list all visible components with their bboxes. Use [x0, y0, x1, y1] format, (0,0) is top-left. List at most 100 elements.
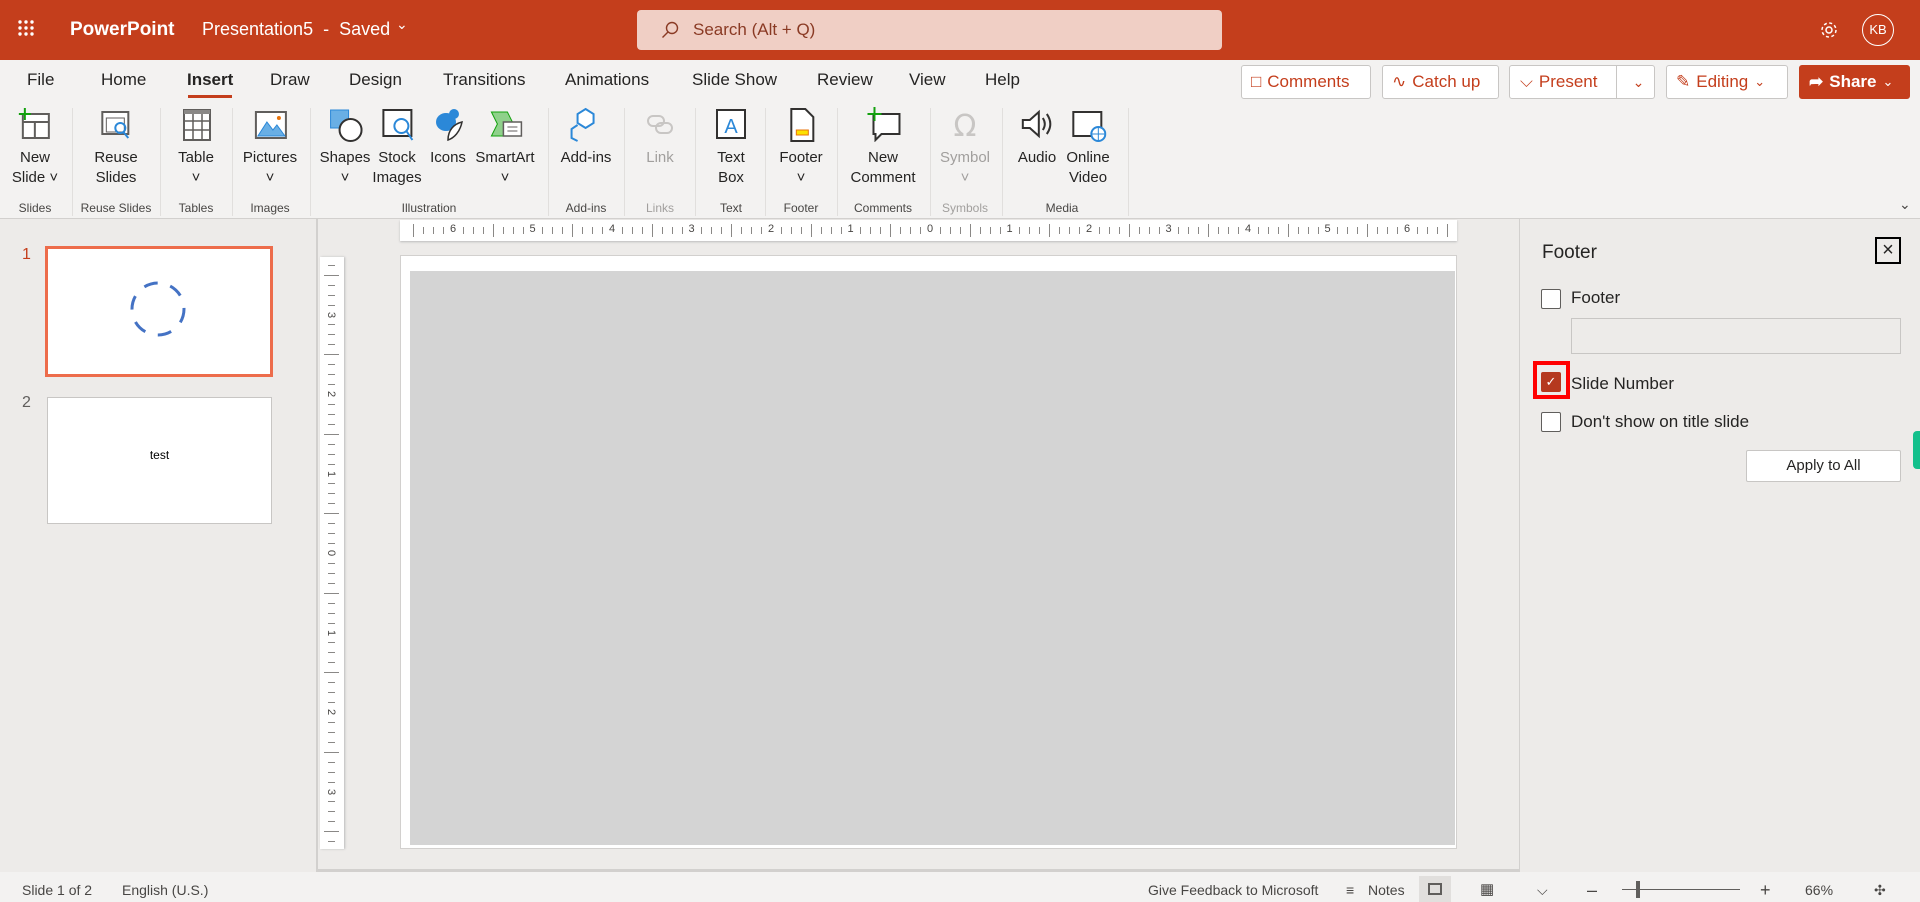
footer-checkbox[interactable]: [1541, 289, 1561, 309]
slide-number: 1: [22, 246, 31, 263]
button-label: Slides: [95, 169, 137, 186]
normal-view-button[interactable]: [1419, 876, 1451, 902]
editing-label: Editing: [1696, 72, 1749, 91]
ruler-tick: [1039, 227, 1041, 234]
ruler-number: 1: [847, 223, 854, 235]
ruler-tick: [711, 227, 713, 234]
slide-thumbnail-1[interactable]: [45, 246, 273, 377]
ruler-number: 3: [325, 311, 338, 318]
slide-number-checkbox[interactable]: ✓: [1541, 372, 1561, 392]
slide-sorter-icon[interactable]: ▦: [1480, 878, 1494, 902]
comments-button[interactable]: □ Comments: [1241, 65, 1371, 99]
pictures-button[interactable]: Pictures ˅: [243, 106, 297, 188]
ribbon-group-label: Media: [1045, 201, 1079, 215]
notes-icon[interactable]: ≡: [1346, 878, 1354, 902]
ruler-tick: [328, 582, 335, 584]
audio-button[interactable]: Audio: [1018, 106, 1056, 168]
present-options-chevron-icon[interactable]: ⌄: [1623, 74, 1654, 91]
button-label: Pictures: [242, 149, 298, 166]
button-label: Reuse: [94, 149, 138, 166]
ruler-tick: [324, 831, 339, 833]
ruler-tick: [810, 224, 812, 237]
shapes-button[interactable]: Shapes ˅: [320, 106, 370, 188]
new-slide-button[interactable]: New Slide ˅: [12, 106, 58, 188]
comment-icon: □: [1251, 72, 1262, 91]
ruler-number: 6: [450, 223, 457, 235]
button-label: Images: [372, 169, 422, 186]
ruler-tick: [751, 227, 753, 234]
zoom-slider-thumb[interactable]: [1636, 881, 1640, 898]
slide-thumbnail-2[interactable]: test: [47, 397, 272, 524]
ruler-number: 5: [1324, 223, 1331, 235]
zoom-level[interactable]: 66%: [1805, 878, 1833, 902]
reading-view-icon[interactable]: ⌵: [1537, 878, 1548, 902]
ruler-tick: [328, 294, 335, 296]
ruler-tick: [1188, 227, 1190, 234]
dont-show-on-title-checkbox[interactable]: [1541, 412, 1561, 432]
tab-help[interactable]: Help: [985, 70, 1020, 90]
tab-transitions[interactable]: Transitions: [443, 70, 526, 90]
zoom-out-icon[interactable]: –: [1587, 878, 1597, 902]
ruler-tick: [701, 227, 703, 234]
app-name[interactable]: PowerPoint: [70, 19, 175, 41]
new-comment-button[interactable]: New Comment: [850, 106, 916, 188]
ruler-tick: [582, 227, 584, 234]
ruler-number: 4: [609, 223, 616, 235]
button-label: Link: [646, 149, 674, 166]
search-box[interactable]: Search (Alt + Q): [637, 10, 1222, 50]
avatar[interactable]: KB: [1862, 14, 1894, 46]
footer-icon: [789, 108, 814, 142]
tab-insert[interactable]: Insert: [187, 70, 233, 90]
share-button[interactable]: ➦ Share ⌄: [1799, 65, 1910, 99]
ribbon-collapse-chevron-icon[interactable]: ⌄: [1899, 196, 1911, 213]
zoom-in-icon[interactable]: +: [1760, 878, 1771, 902]
settings-gear-icon[interactable]: [1819, 20, 1839, 40]
catch-up-button[interactable]: ∿ Catch up: [1382, 65, 1499, 99]
ruler-number: 1: [1006, 223, 1013, 235]
present-button[interactable]: ⌵ Present: [1510, 66, 1617, 98]
pictures-icon: [255, 111, 287, 139]
side-feedback-tab[interactable]: [1913, 431, 1920, 469]
ribbon-group-label: Symbols: [941, 201, 989, 215]
ruler-tick: [949, 227, 951, 234]
add-ins-button[interactable]: Add-ins: [561, 106, 611, 168]
ruler-tick: [328, 304, 335, 306]
icons-button[interactable]: Icons: [430, 106, 466, 168]
footer-text-input[interactable]: [1571, 318, 1901, 354]
apply-to-all-button[interactable]: Apply to All: [1746, 450, 1901, 482]
notes-button[interactable]: Notes: [1368, 878, 1405, 902]
ruler-tick: [830, 227, 832, 234]
tab-review[interactable]: Review: [817, 70, 873, 90]
tab-view[interactable]: View: [909, 70, 946, 90]
feedback-link[interactable]: Give Feedback to Microsoft: [1148, 878, 1318, 902]
reuse-slides-button[interactable]: Reuse Slides: [94, 106, 138, 188]
ruler-tick: [761, 227, 763, 234]
symbol-button[interactable]: Ω Symbol ˅: [940, 106, 990, 188]
document-title[interactable]: Presentation5 - Saved: [202, 19, 390, 40]
text-box-button[interactable]: A Text Box: [713, 106, 749, 188]
footer-button[interactable]: Footer ˅: [779, 106, 823, 188]
link-button[interactable]: Link: [642, 106, 678, 168]
tab-home[interactable]: Home: [101, 70, 146, 90]
ruler-tick: [328, 423, 335, 425]
ruler-tick: [1267, 227, 1269, 234]
chevron-down-icon[interactable]: ⌄: [396, 16, 408, 33]
smartart-button[interactable]: SmartArt ˅: [475, 106, 535, 188]
ruler-tick: [328, 344, 335, 346]
tab-design[interactable]: Design: [349, 70, 402, 90]
fit-to-window-icon[interactable]: ✣: [1874, 878, 1886, 902]
stock-images-button[interactable]: Stock Images: [372, 106, 422, 188]
slide-canvas[interactable]: [400, 255, 1457, 849]
editing-mode-button[interactable]: ✎ Editing ⌄: [1666, 65, 1788, 99]
tab-animations[interactable]: Animations: [565, 70, 649, 90]
tab-draw[interactable]: Draw: [270, 70, 310, 90]
ruler-number: 1: [325, 470, 338, 477]
close-pane-button[interactable]: ×: [1875, 237, 1901, 264]
app-launcher-icon[interactable]: [18, 20, 34, 36]
ruler-tick: [602, 227, 604, 234]
online-video-button[interactable]: Online Video: [1066, 106, 1110, 188]
tab-file[interactable]: File: [27, 70, 54, 90]
language[interactable]: English (U.S.): [122, 878, 208, 902]
tab-slide-show[interactable]: Slide Show: [692, 70, 777, 90]
table-button[interactable]: Table ˅: [178, 106, 214, 188]
